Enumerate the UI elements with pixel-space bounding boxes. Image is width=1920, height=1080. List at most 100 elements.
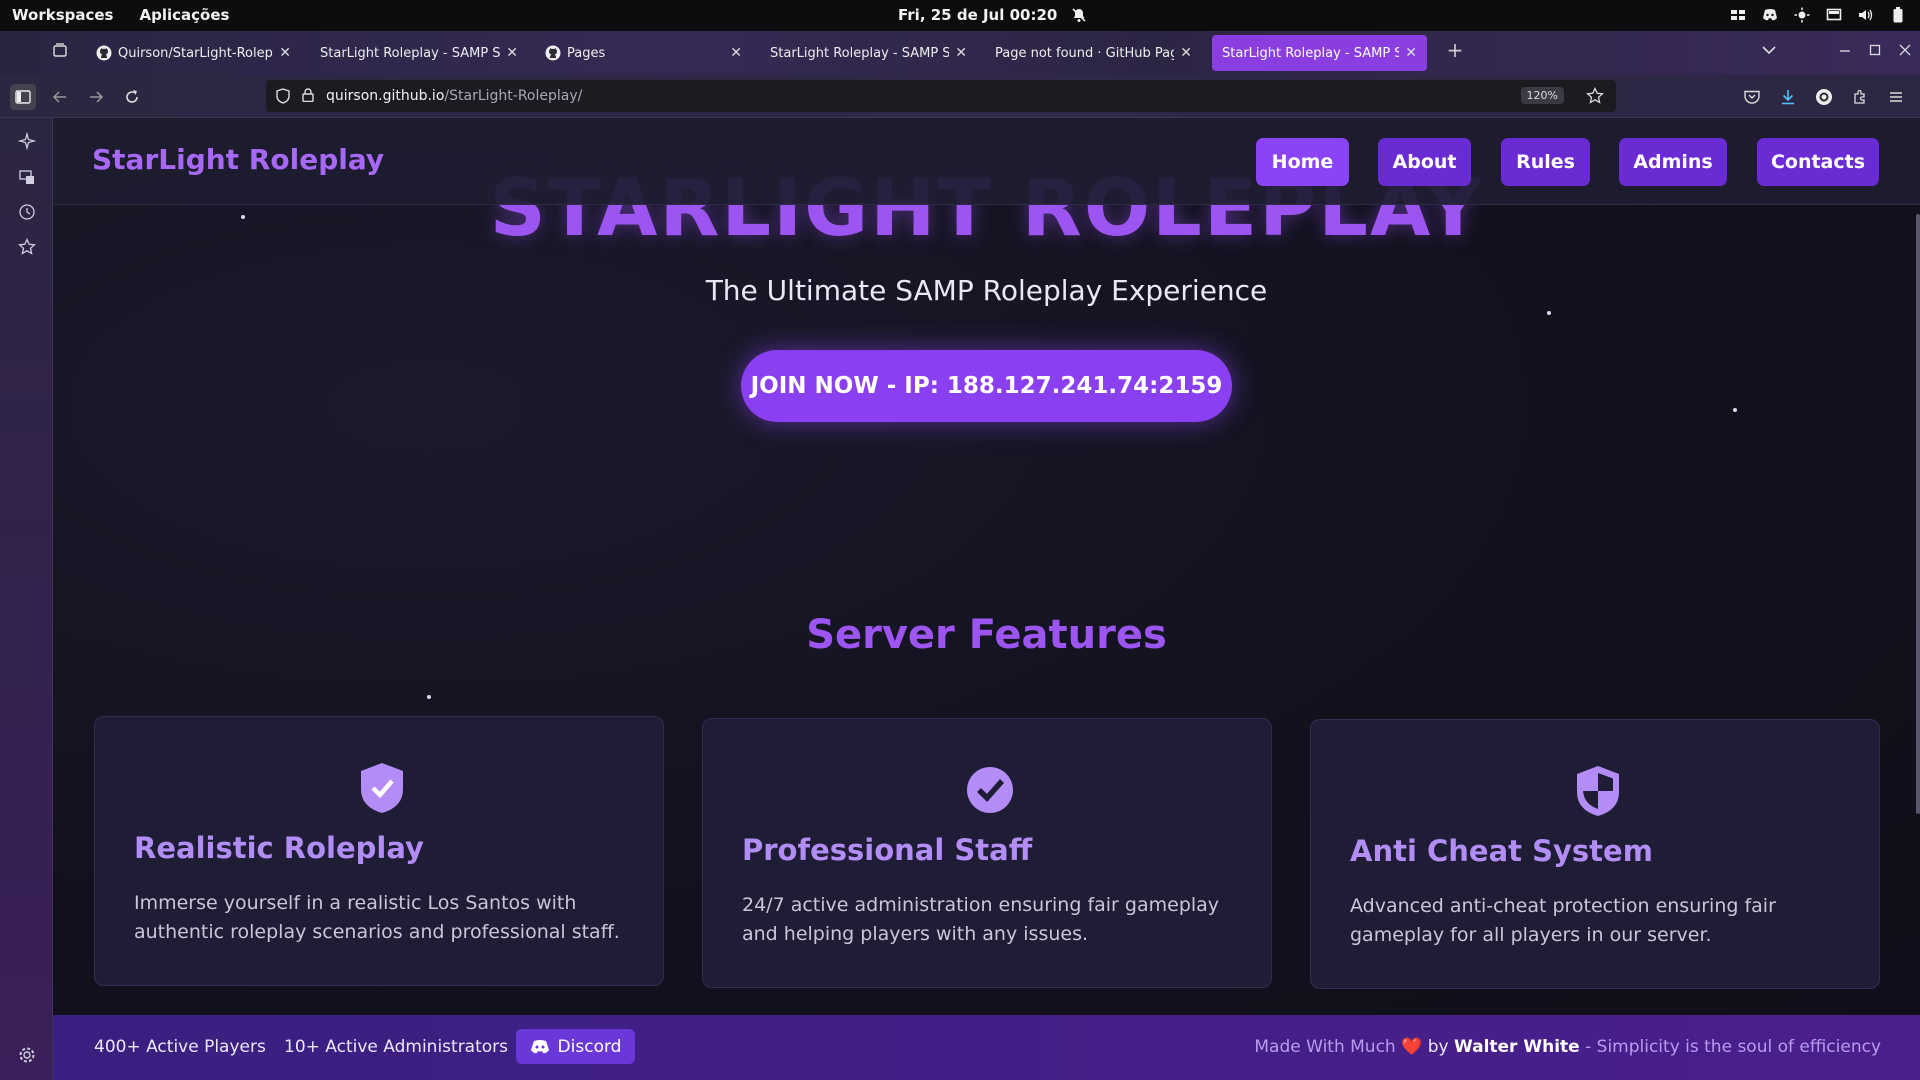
web-page: STARLIGHT ROLEPLAY StarLight Roleplay Ho… [53,118,1920,1080]
shield-halved-icon [1577,766,1619,816]
volume-icon[interactable] [1858,7,1874,23]
clock[interactable]: Fri, 25 de Jul 00:20 [898,6,1057,24]
browser-nav-bar: quirson.github.io/StarLight-Roleplay/ 12… [0,75,1920,118]
check-circle-icon [967,767,1013,813]
new-tab-icon[interactable]: + [1442,37,1468,63]
forward-icon[interactable] [83,84,109,110]
hero-tagline: The Ultimate SAMP Roleplay Experience [705,274,1268,307]
browser-tab-active[interactable]: StarLight Roleplay - SAMP Serve ✕ [1212,35,1427,71]
feature-card: Professional Staff 24/7 active administr… [702,718,1272,988]
account-icon[interactable] [1811,84,1837,110]
browser-sidebar [0,118,53,1080]
nav-home[interactable]: Home [1256,138,1349,186]
sidebar-settings-icon[interactable] [16,1044,38,1066]
discord-tray-icon[interactable] [1762,7,1778,23]
credit-prefix: Made With Much [1254,1037,1396,1057]
list-all-tabs-icon[interactable] [1756,37,1782,63]
nav-contacts[interactable]: Contacts [1757,138,1879,186]
notifications-muted-icon[interactable] [1071,7,1087,23]
lock-icon[interactable] [302,88,316,104]
browser-tab[interactable]: Quirson/StarLight-Roleplay ✕ [86,35,301,71]
star-decoration [1733,408,1737,412]
feature-card: Realistic Roleplay Immerse yourself in a… [94,716,664,986]
close-tab-icon[interactable]: ✕ [506,45,518,61]
close-tab-icon[interactable]: ✕ [1180,45,1192,61]
sidebar-toggle-icon[interactable] [10,84,36,110]
screen-icon[interactable] [1826,7,1842,23]
discord-label: Discord [557,1036,622,1057]
history-icon[interactable] [16,201,38,223]
tab-label: StarLight Roleplay - SAMP Serve [770,45,950,61]
url-path: /StarLight-Roleplay/ [444,88,583,104]
feature-card: Anti Cheat System Advanced anti-cheat pr… [1310,719,1880,989]
credit-by: by [1427,1037,1449,1057]
workspaces-menu[interactable]: Workspaces [12,6,113,24]
zoom-level[interactable]: 120% [1520,87,1564,104]
heart-icon: ❤️ [1401,1037,1423,1057]
brightness-icon[interactable] [1794,7,1810,23]
close-tab-icon[interactable]: ✕ [955,45,967,61]
footer-credit: Made With Much ❤️ by Walter White - Simp… [1254,1037,1881,1057]
synced-tabs-icon[interactable] [16,166,38,188]
close-tab-icon[interactable]: ✕ [730,45,742,61]
ai-chatbot-icon[interactable] [16,130,38,152]
browser-tab[interactable]: StarLight Roleplay - SAMP Serve ✕ [760,35,977,71]
github-icon [545,45,561,61]
site-brand[interactable]: StarLight Roleplay [92,143,384,176]
tab-label: StarLight Roleplay - SAMP Serve [320,45,501,61]
star-decoration [427,695,431,699]
feature-title: Realistic Roleplay [134,831,424,865]
discord-icon [530,1039,549,1053]
extensions-icon[interactable] [1847,84,1873,110]
site-header: StarLight Roleplay Home About Rules Admi… [53,118,1920,205]
feature-description: Advanced anti-cheat protection ensuring … [1350,895,1776,946]
feature-description: Immerse yourself in a realistic Los Sant… [134,892,620,943]
downloads-icon[interactable] [1775,84,1801,110]
minimize-window-icon[interactable] [1832,37,1858,63]
bookmarks-icon[interactable] [16,236,38,258]
address-bar[interactable]: quirson.github.io/StarLight-Roleplay/ 12… [266,80,1616,112]
browser-tab[interactable]: Pages ✕ [535,35,752,71]
applications-menu[interactable]: Aplicações [139,6,229,24]
shield-check-icon [361,763,403,813]
tab-overview-icon[interactable] [47,37,73,63]
pocket-icon[interactable] [1739,84,1765,110]
system-top-bar: Workspaces Aplicações Fri, 25 de Jul 00:… [0,0,1920,31]
url-host: quirson.github.io [326,88,445,104]
tab-label: Pages [567,45,606,61]
star-decoration [1547,311,1551,315]
discord-button[interactable]: Discord [516,1029,635,1064]
active-admins-stat: 10+ Active Administrators [284,1037,509,1057]
back-icon[interactable] [47,84,73,110]
close-tab-icon[interactable]: ✕ [279,45,291,61]
credit-author: Walter White [1453,1037,1580,1057]
bookmark-star-icon[interactable] [1586,86,1604,109]
nav-admins[interactable]: Admins [1619,138,1727,186]
feature-title: Anti Cheat System [1350,834,1653,868]
close-tab-icon[interactable]: ✕ [1405,45,1417,61]
menu-icon[interactable] [1883,84,1909,110]
window-switcher-icon[interactable] [1730,7,1746,23]
nav-about[interactable]: About [1378,138,1471,186]
tab-label: StarLight Roleplay - SAMP Serve [1222,45,1400,61]
tab-label: Quirson/StarLight-Roleplay [118,45,273,61]
reload-icon[interactable] [119,84,145,110]
browser-tab-bar: Quirson/StarLight-Roleplay ✕ StarLight R… [0,31,1920,75]
close-window-icon[interactable] [1892,37,1918,63]
feature-description: 24/7 active administration ensuring fair… [742,894,1220,945]
nav-rules[interactable]: Rules [1501,138,1590,186]
page-scrollbar[interactable] [1916,214,1920,814]
features-heading: Server Features [806,612,1167,658]
join-now-button[interactable]: JOIN NOW - IP: 188.127.241.74:2159 [741,350,1232,422]
browser-tab[interactable]: Page not found · GitHub Pages ✕ [985,35,1202,71]
battery-icon[interactable] [1890,7,1906,23]
tracking-protection-icon[interactable] [276,88,292,104]
feature-title: Professional Staff [742,833,1033,867]
active-players-stat: 400+ Active Players [94,1037,266,1057]
maximize-window-icon[interactable] [1862,37,1888,63]
site-footer: 400+ Active Players 10+ Active Administr… [53,1015,1920,1080]
browser-tab[interactable]: StarLight Roleplay - SAMP Serve ✕ [310,35,528,71]
credit-suffix: - Simplicity is the soul of efficiency [1585,1037,1881,1057]
tab-label: Page not found · GitHub Pages [995,45,1175,61]
github-icon [96,45,112,61]
